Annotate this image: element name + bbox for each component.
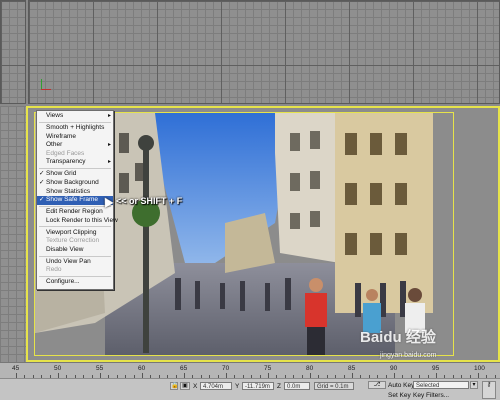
menu-item-undo-view-pan[interactable]: Undo View Pan — [37, 258, 113, 267]
x-axis-gizmo — [41, 89, 51, 90]
menu-item-edged-faces[interactable]: Edged Faces — [37, 150, 113, 159]
menu-item-label: Views — [46, 112, 64, 119]
submenu-arrow-icon: ▸ — [107, 159, 111, 166]
menu-item-label: Show Statistics — [46, 187, 91, 195]
grid-size-display: Grid = 0.1m — [314, 382, 354, 390]
menu-item-views[interactable]: Views ▸ — [37, 112, 113, 121]
y-coord-field[interactable]: -11.719m — [242, 382, 274, 390]
menu-item-transparency[interactable]: Transparency ▸ — [37, 158, 113, 167]
checkmark-icon: ✓ — [39, 178, 45, 186]
x-coord-label: X — [193, 383, 198, 390]
x-coord-field[interactable]: 4.704m — [200, 382, 232, 390]
y-coord-label: Y — [235, 383, 240, 390]
menu-item-label: Undo View Pan — [46, 257, 91, 265]
z-coord-field[interactable]: 0.0m — [284, 382, 310, 390]
chevron-down-icon[interactable]: ▾ — [470, 381, 478, 389]
set-key-icon[interactable]: ⚷ — [482, 381, 496, 399]
menu-item-label: Show Safe Frame — [46, 196, 99, 204]
submenu-arrow-icon: ▸ — [107, 113, 111, 119]
menu-item-label: Texture Correction — [46, 237, 100, 245]
z-coord-label: Z — [277, 383, 281, 390]
submenu-arrow-icon: ▸ — [107, 142, 111, 149]
menu-separator — [39, 255, 111, 257]
menu-item-label: Disable View — [46, 245, 84, 253]
ruler-tick-label: 50 — [54, 365, 62, 372]
menu-item-viewport-clipping[interactable]: Viewport Clipping — [37, 229, 113, 238]
absolute-mode-icon[interactable]: ▣ — [180, 382, 190, 390]
menu-separator — [39, 205, 111, 207]
menu-separator — [39, 276, 111, 278]
menu-item-label: Configure... — [46, 278, 80, 286]
ruler-tick-label: 75 — [264, 365, 272, 372]
menu-item-label: Show Grid — [46, 170, 77, 178]
watermark-logo: Baidu 经验 — [360, 329, 436, 346]
menu-item-label: Edged Faces — [46, 149, 85, 157]
menu-separator — [39, 226, 111, 228]
menu-item-redo[interactable]: Redo — [37, 266, 113, 275]
watermark-url: jingyan.baidu.com — [380, 352, 437, 359]
status-bar: 🔒 ▣ X 4.704m Y -11.719m Z 0.0m Grid = 0.… — [0, 378, 500, 400]
menu-item-texture-correction[interactable]: Texture Correction — [37, 237, 113, 246]
y-axis-gizmo — [41, 79, 42, 89]
menu-item-label: Other — [46, 141, 63, 149]
key-mode-dropdown[interactable]: Selected — [413, 381, 469, 389]
menu-item-label: Edit Render Region — [46, 208, 103, 216]
ruler-tick-label: 95 — [432, 365, 440, 372]
ruler-tick-label: 80 — [306, 365, 314, 372]
left-viewport-lower[interactable] — [0, 106, 26, 362]
menu-item-edit-render-region[interactable]: Edit Render Region — [37, 208, 113, 217]
menu-item-label: Redo — [46, 266, 62, 274]
menu-item-label: Transparency — [46, 158, 86, 166]
key-filters-button[interactable]: Key Filters... — [413, 392, 449, 399]
menu-item-label: Viewport Clipping — [46, 228, 97, 236]
left-viewport-strip[interactable] — [0, 0, 26, 104]
menu-item-show-grid[interactable]: ✓ Show Grid — [37, 170, 113, 179]
menu-item-disable-view[interactable]: Disable View — [37, 246, 113, 255]
menu-item-label: Wireframe — [46, 132, 76, 140]
menu-separator — [39, 168, 111, 170]
menu-item-configure[interactable]: Configure... — [37, 278, 113, 287]
ruler-tick-label: 55 — [96, 365, 104, 372]
timeline-ruler[interactable]: 45 50 55 60 65 70 75 80 85 90 95 100 — [0, 362, 500, 378]
menu-item-show-statistics[interactable]: Show Statistics — [37, 188, 113, 197]
ruler-tick-label: 70 — [222, 365, 230, 372]
grid-lines — [29, 1, 499, 103]
menu-item-label: Show Background — [46, 178, 99, 186]
menu-item-show-background[interactable]: ✓ Show Background — [37, 179, 113, 188]
ruler-tick-label: 90 — [390, 365, 398, 372]
menu-item-smooth-highlights[interactable]: Smooth + Highlights — [37, 124, 113, 133]
menu-item-wireframe[interactable]: Wireframe — [37, 133, 113, 142]
set-key-button[interactable]: Set Key — [388, 392, 411, 399]
lock-selection-icon[interactable]: 🔒 — [170, 382, 178, 390]
ruler-tick-label: 60 — [138, 365, 146, 372]
ruler-tick-label: 65 — [180, 365, 188, 372]
shortcut-annotation: << or SHIFT + F — [116, 196, 183, 206]
menu-separator — [39, 121, 111, 123]
menu-item-label: Smooth + Highlights — [46, 123, 105, 131]
top-viewport[interactable] — [28, 0, 500, 104]
grid-lines — [1, 1, 25, 103]
checkmark-icon: ✓ — [39, 196, 45, 204]
menu-item-lock-render-to-this-view[interactable]: Lock Render to this View — [37, 217, 118, 226]
menu-item-other[interactable]: Other ▸ — [37, 141, 113, 150]
menu-item-label: Lock Render to this View — [46, 216, 118, 224]
ruler-tick-label: 100 — [474, 365, 485, 372]
checkmark-icon: ✓ — [39, 170, 45, 178]
key-icon[interactable]: ⎇ — [368, 381, 386, 389]
ruler-tick-label: 45 — [12, 365, 20, 372]
auto-key-button[interactable]: Auto Key — [388, 382, 414, 389]
ruler-tick-label: 85 — [348, 365, 356, 372]
